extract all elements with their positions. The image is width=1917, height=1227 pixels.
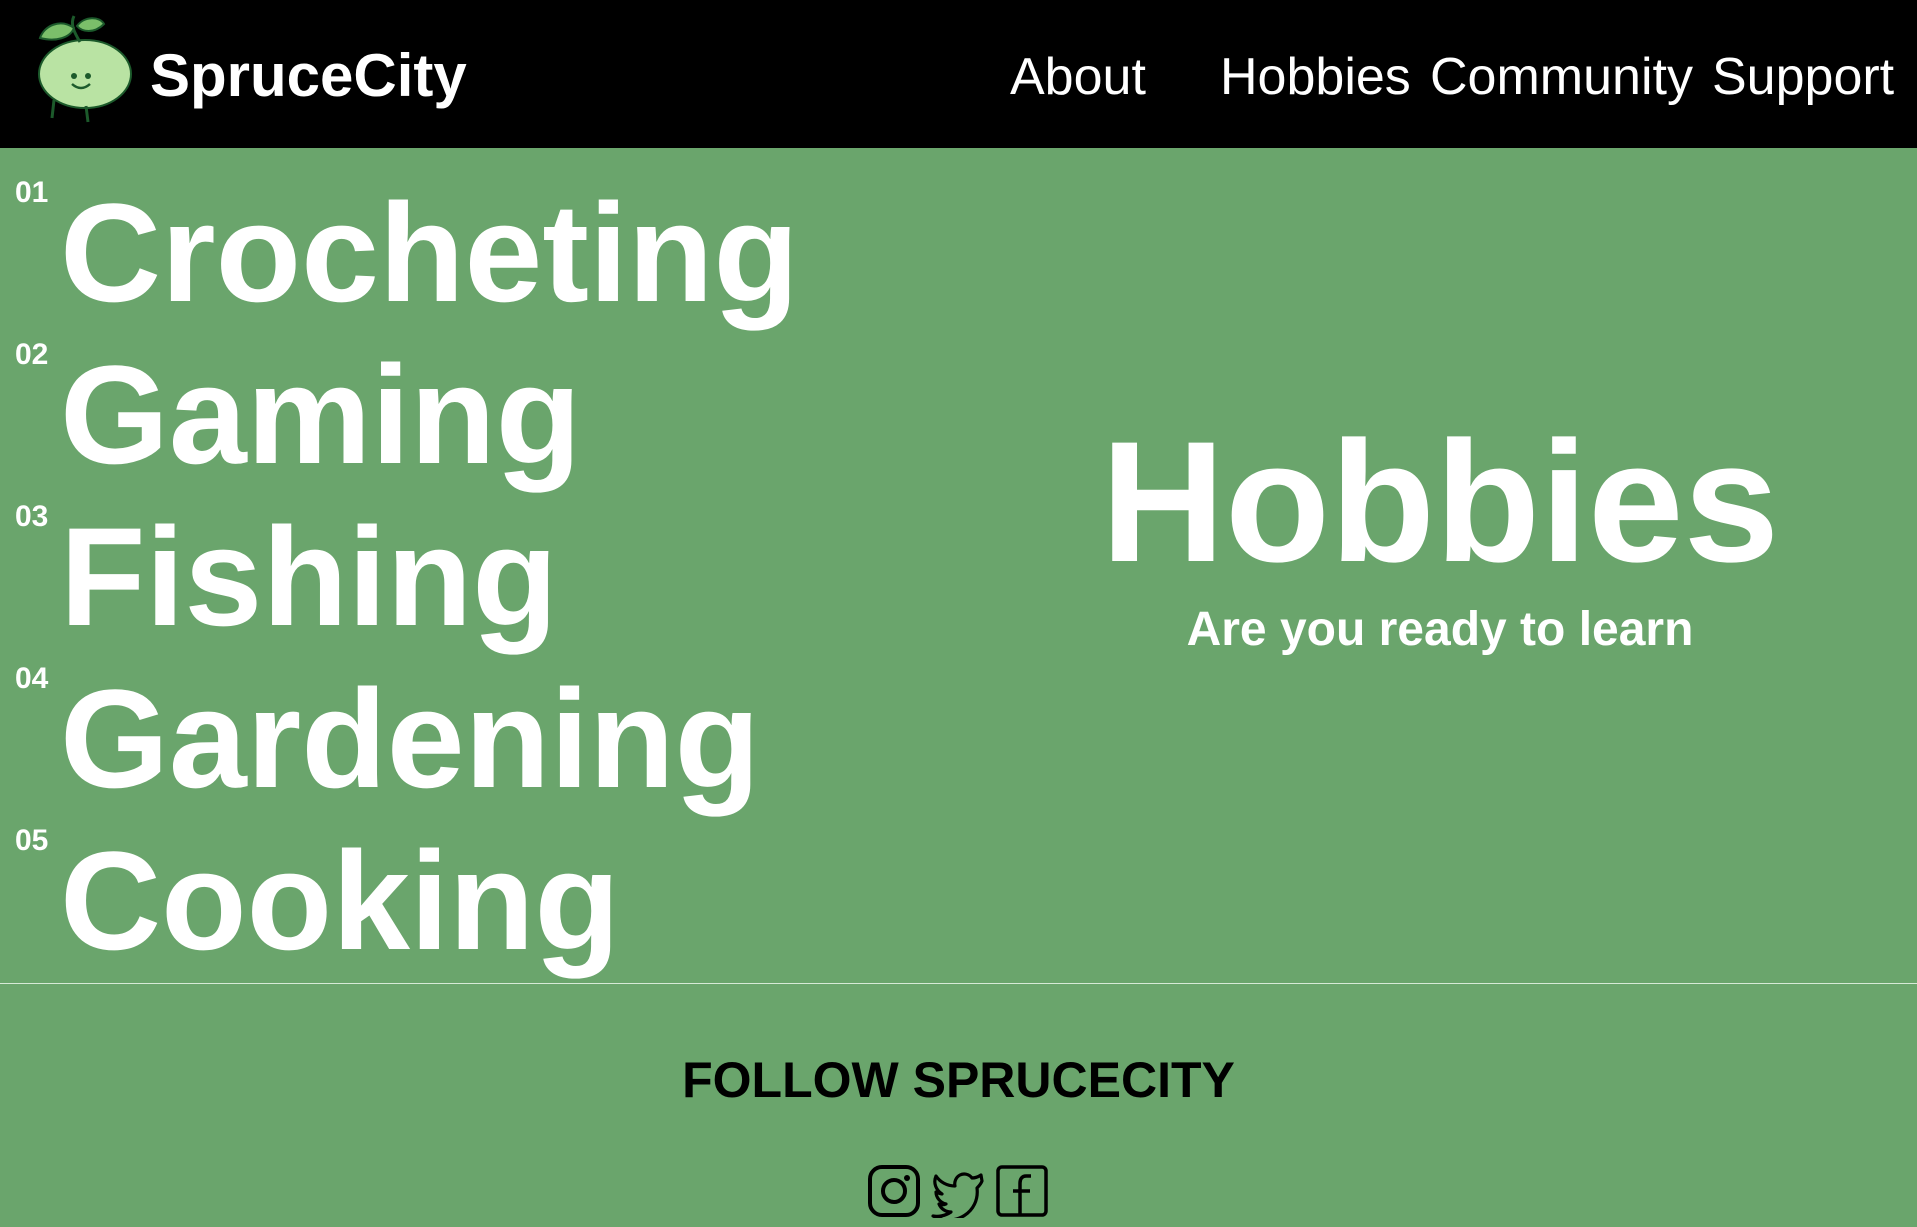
- hobby-item-crocheting[interactable]: 01 Crocheting: [0, 160, 900, 328]
- hobby-name[interactable]: Cooking: [60, 826, 620, 976]
- brand-name[interactable]: SpruceCity: [150, 40, 467, 112]
- hero-title: Hobbies: [1100, 406, 1780, 598]
- hobby-item-fishing[interactable]: 03 Fishing: [0, 484, 900, 652]
- footer-divider: [0, 983, 1917, 984]
- hobby-item-cooking[interactable]: 05 Cooking: [0, 808, 900, 976]
- nav-about-link[interactable]: About: [1010, 46, 1146, 108]
- sprout-bean-logo-icon[interactable]: [30, 14, 134, 126]
- hero-subtitle: Are you ready to learn: [1186, 603, 1694, 656]
- twitter-icon[interactable]: [931, 1164, 985, 1218]
- hobby-number: 03: [15, 500, 49, 533]
- hobby-item-gardening[interactable]: 04 Gardening: [0, 646, 900, 814]
- hobby-name[interactable]: Fishing: [60, 502, 558, 652]
- hobby-name[interactable]: Gardening: [60, 664, 760, 814]
- nav-hobbies-link[interactable]: Hobbies: [1220, 46, 1411, 108]
- instagram-icon[interactable]: [867, 1164, 921, 1218]
- site-header: SpruceCity About Hobbies Community Suppo…: [0, 0, 1917, 148]
- follow-title: FOLLOW SPRUCECITY: [682, 1052, 1235, 1108]
- facebook-icon[interactable]: [995, 1164, 1049, 1218]
- hobby-number: 04: [15, 662, 49, 695]
- hobby-name[interactable]: Gaming: [60, 340, 581, 490]
- hobby-name[interactable]: Crocheting: [60, 178, 799, 328]
- hobby-number: 01: [15, 176, 49, 209]
- hobby-number: 05: [15, 824, 49, 857]
- nav-support-link[interactable]: Support: [1712, 46, 1894, 108]
- hobby-number: 02: [15, 338, 49, 371]
- nav-community-link[interactable]: Community: [1430, 46, 1693, 108]
- hobby-item-gaming[interactable]: 02 Gaming: [0, 322, 900, 490]
